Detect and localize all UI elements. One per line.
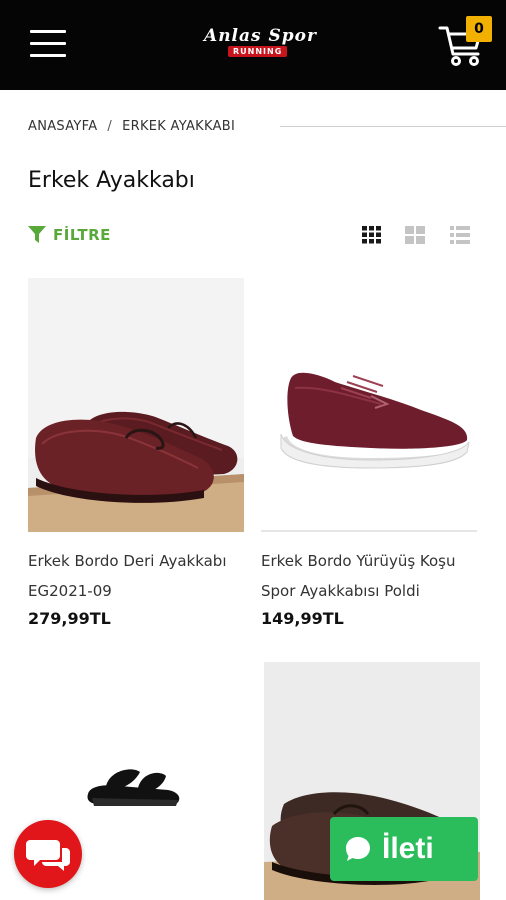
message-button[interactable]: İleti xyxy=(330,817,478,881)
logo-text: Anlas Spor xyxy=(204,26,317,46)
product-name[interactable]: Erkek Bordo Yürüyüş Koşu xyxy=(261,546,501,576)
store-logo[interactable]: Anlas Spor RUNNING xyxy=(198,24,318,64)
logo-subtext: RUNNING xyxy=(228,46,288,57)
grid-2-icon[interactable] xyxy=(405,226,425,244)
funnel-icon xyxy=(28,226,46,243)
top-navigation-bar: Anlas Spor RUNNING 0 xyxy=(0,0,506,90)
filter-button[interactable]: FİLTRE xyxy=(28,224,111,246)
breadcrumb-current[interactable]: ERKEK AYAKKABI xyxy=(122,119,235,134)
breadcrumb: ANASAYFA / ERKEK AYAKKABI xyxy=(28,119,235,134)
message-button-label: İleti xyxy=(382,832,434,865)
hamburger-menu-icon[interactable] xyxy=(30,30,66,60)
list-icon[interactable] xyxy=(450,226,470,244)
product-name-line2[interactable]: EG2021-09 xyxy=(28,576,268,606)
product-price: 149,99TL xyxy=(261,609,344,628)
product-image-burgundy-leather-loafer[interactable] xyxy=(28,278,244,532)
product-price: 279,99TL xyxy=(28,609,111,628)
breadcrumb-home-link[interactable]: ANASAYFA xyxy=(28,119,97,134)
cart-count-badge: 0 xyxy=(466,16,492,42)
product-name-line2[interactable]: Spor Ayakkabısı Poldi xyxy=(261,576,501,606)
breadcrumb-separator: / xyxy=(107,119,113,134)
live-chat-button[interactable] xyxy=(14,820,82,888)
grid-3-icon[interactable] xyxy=(362,226,382,244)
breadcrumb-divider xyxy=(280,126,506,127)
page-title: Erkek Ayakkabı xyxy=(28,168,195,193)
product-image-burgundy-running-sneaker[interactable] xyxy=(261,278,477,532)
message-bubble-icon xyxy=(346,837,370,861)
chat-bubbles-icon xyxy=(26,840,70,871)
filter-label: FİLTRE xyxy=(53,226,111,244)
product-name[interactable]: Erkek Bordo Deri Ayakkabı xyxy=(28,546,268,576)
